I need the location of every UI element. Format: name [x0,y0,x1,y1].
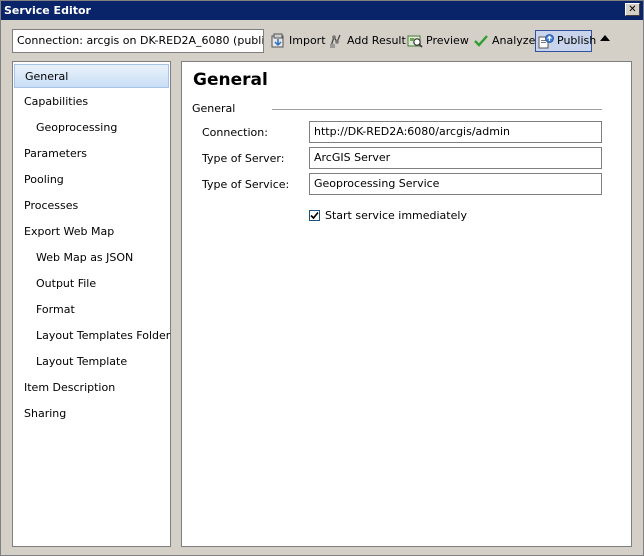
service-type-label: Type of Service: [202,178,290,191]
connection-field[interactable]: Connection: arcgis on DK-RED2A_6080 (pub… [12,29,264,53]
general-panel: General General Connection: http://DK-RE… [181,61,632,547]
sidebar-item-layout-template[interactable]: Layout Template [14,350,169,374]
close-icon: ✕ [628,4,637,15]
start-service-label[interactable]: Start service immediately [325,209,467,222]
preview-icon [407,33,423,49]
publish-icon [538,33,554,49]
server-type-label: Type of Server: [202,152,285,165]
sidebar-item-sharing[interactable]: Sharing [14,402,169,426]
start-service-checkbox[interactable] [309,210,320,221]
connection-label: Connection: [202,126,268,139]
import-button[interactable]: Import [270,30,326,52]
sidebar-item-general[interactable]: General [14,64,169,88]
analyze-check-icon [473,33,489,49]
sidebar-item-geoprocessing[interactable]: Geoprocessing [14,116,169,140]
sidebar-item-export-web-map[interactable]: Export Web Map [14,220,169,244]
window-title: Service Editor [4,4,91,17]
toolbar: Connection: arcgis on DK-RED2A_6080 (pub… [1,21,643,61]
connection-url-field[interactable]: http://DK-RED2A:6080/arcgis/admin [309,121,602,143]
analyze-button[interactable]: Analyze [473,30,535,52]
sidebar-item-parameters[interactable]: Parameters [14,142,169,166]
analyze-label: Analyze [492,34,536,47]
collapse-arrow-icon[interactable] [600,35,610,41]
sidebar-item-output-file[interactable]: Output File [14,272,169,296]
server-type-field[interactable]: ArcGIS Server [309,147,602,169]
service-type-field[interactable]: Geoprocessing Service [309,173,602,195]
preview-label: Preview [426,34,469,47]
sidebar-item-pooling[interactable]: Pooling [14,168,169,192]
checkmark-icon [310,211,319,220]
import-icon [270,33,286,49]
add-result-label: Add Result [347,34,406,47]
close-button[interactable]: ✕ [625,3,640,16]
import-label: Import [289,34,326,47]
title-bar[interactable]: Service Editor ✕ [1,1,643,20]
add-result-button[interactable]: Add Result [328,30,406,52]
preview-button[interactable]: Preview [407,30,469,52]
publish-button[interactable]: Publish [535,30,596,52]
sidebar-item-item-description[interactable]: Item Description [14,376,169,400]
sidebar-item-capabilities[interactable]: Capabilities [14,90,169,114]
sidebar-item-layout-templates-folder[interactable]: Layout Templates Folder [14,324,170,348]
service-editor-window: Service Editor ✕ Connection: arcgis on D… [0,0,644,556]
sidebar-item-processes[interactable]: Processes [14,194,169,218]
group-label: General [192,102,236,115]
sidebar-nav: General Capabilities Geoprocessing Param… [12,61,171,547]
publish-label: Publish [557,34,597,47]
sidebar-item-web-map-as-json[interactable]: Web Map as JSON [14,246,169,270]
page-title: General [193,70,268,90]
sidebar-item-format[interactable]: Format [14,298,169,322]
group-divider [272,109,602,110]
add-result-icon [328,33,344,49]
